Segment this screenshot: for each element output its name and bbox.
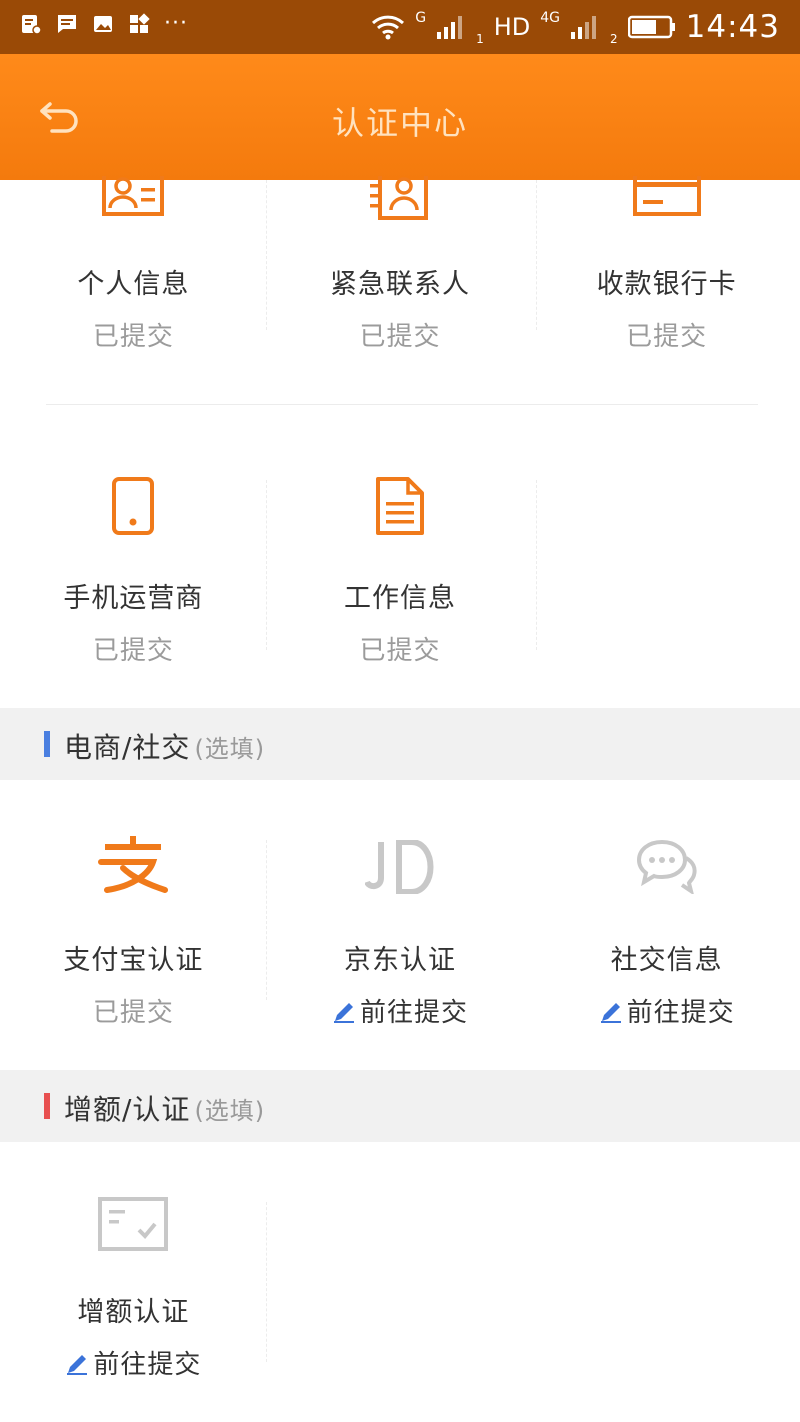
jd-icon	[364, 840, 434, 894]
app-header: 认证中心	[0, 54, 800, 180]
contact-list-icon	[369, 176, 428, 220]
increase-credit-icon	[98, 1197, 169, 1251]
column-divider	[266, 840, 267, 1000]
pencil-icon	[67, 1355, 88, 1375]
wifi-icon	[372, 15, 405, 40]
section-header-credit-increase: 增额/认证 (选填)	[0, 1070, 800, 1142]
item-status: 前往提交	[93, 1350, 202, 1380]
section-title: 增额/认证 (选填)	[64, 1088, 265, 1128]
goto-submit-link[interactable]: 前往提交	[267, 992, 534, 1029]
alipay-item[interactable]: 支付宝认证 已提交	[0, 780, 267, 1068]
hd-label: HD	[493, 13, 531, 41]
item-label: 增额认证	[77, 1297, 190, 1328]
clock: 14:43	[685, 9, 780, 45]
column-divider	[536, 180, 537, 330]
item-label: 社交信息	[610, 945, 723, 976]
document-icon	[375, 477, 424, 535]
work-info-item[interactable]: 工作信息 已提交	[267, 470, 534, 706]
section-title-text: 电商/社交	[64, 731, 191, 764]
item-status: 前往提交	[626, 998, 735, 1028]
emergency-contact-item[interactable]: 紧急联系人 已提交	[267, 176, 534, 400]
pencil-icon	[600, 1003, 621, 1023]
section-title-text: 增额/认证	[64, 1093, 191, 1126]
item-label: 支付宝认证	[63, 945, 204, 976]
section-title: 电商/社交 (选填)	[64, 726, 265, 766]
column-divider	[536, 480, 537, 650]
ecommerce-row: 支付宝认证 已提交 京东认证 前往提交 社交信息 前往提交	[0, 780, 800, 1068]
pencil-icon	[333, 1003, 354, 1023]
column-divider	[266, 180, 267, 330]
item-status: 已提交	[92, 998, 174, 1028]
jd-item[interactable]: 京东认证 前往提交	[267, 780, 534, 1068]
item-status: 已提交	[92, 322, 174, 352]
social-info-item[interactable]: 社交信息 前往提交	[533, 780, 800, 1068]
mobile-carrier-item[interactable]: 手机运营商 已提交	[0, 470, 267, 706]
item-label: 个人信息	[77, 269, 190, 300]
chat-bubbles-icon	[636, 839, 697, 894]
optional-tag: (选填)	[194, 1097, 266, 1125]
goto-submit-link[interactable]: 前往提交	[0, 1344, 267, 1381]
more-notifications: ···	[164, 11, 188, 36]
signal-icon	[437, 16, 463, 39]
bank-card-icon	[632, 176, 701, 216]
bank-card-item[interactable]: 收款银行卡 已提交	[533, 176, 800, 400]
id-card-icon	[102, 176, 165, 216]
item-status: 已提交	[359, 636, 441, 666]
item-label: 工作信息	[343, 583, 456, 614]
item-label: 手机运营商	[63, 583, 204, 614]
empty-cell	[533, 470, 800, 706]
item-label: 紧急联系人	[329, 269, 470, 300]
credit-increase-item[interactable]: 增额认证 前往提交	[0, 1142, 267, 1422]
required-row-2: 手机运营商 已提交 工作信息 已提交	[0, 470, 800, 706]
row-divider	[46, 404, 758, 405]
item-status: 已提交	[626, 322, 708, 352]
battery-icon	[627, 15, 675, 39]
network-type-2-label: 4G	[540, 10, 561, 26]
mobile-phone-icon	[112, 477, 155, 535]
sim2-label: 2	[610, 32, 618, 46]
section-accent-mark	[44, 731, 50, 757]
personal-info-item[interactable]: 个人信息 已提交	[0, 176, 267, 400]
required-row-1: 个人信息 已提交 紧急联系人 已提交 收款银行卡 已提交	[0, 176, 800, 400]
section-accent-mark	[44, 1093, 50, 1119]
section-header-ecommerce: 电商/社交 (选填)	[0, 708, 800, 780]
credit-increase-row: 增额认证 前往提交	[0, 1142, 800, 1422]
column-divider	[266, 1202, 267, 1362]
sim1-label: 1	[476, 32, 484, 46]
apps-icon	[130, 13, 150, 33]
item-label: 京东认证	[343, 945, 456, 976]
page-title: 认证中心	[331, 104, 468, 142]
notification-doc-icon	[22, 15, 42, 35]
item-label: 收款银行卡	[596, 269, 737, 300]
message-icon	[58, 15, 76, 33]
goto-submit-link[interactable]: 前往提交	[533, 992, 800, 1029]
column-divider	[266, 480, 267, 650]
optional-tag: (选填)	[194, 735, 266, 763]
item-status: 已提交	[92, 636, 174, 666]
item-status: 前往提交	[359, 998, 468, 1028]
item-status: 已提交	[359, 322, 441, 352]
status-bar: ··· G 1 HD 4G 2 14:43	[0, 0, 800, 54]
signal-2-icon	[571, 16, 597, 39]
image-icon	[94, 16, 112, 32]
network-type-label: G	[415, 10, 427, 26]
alipay-icon	[98, 836, 169, 893]
